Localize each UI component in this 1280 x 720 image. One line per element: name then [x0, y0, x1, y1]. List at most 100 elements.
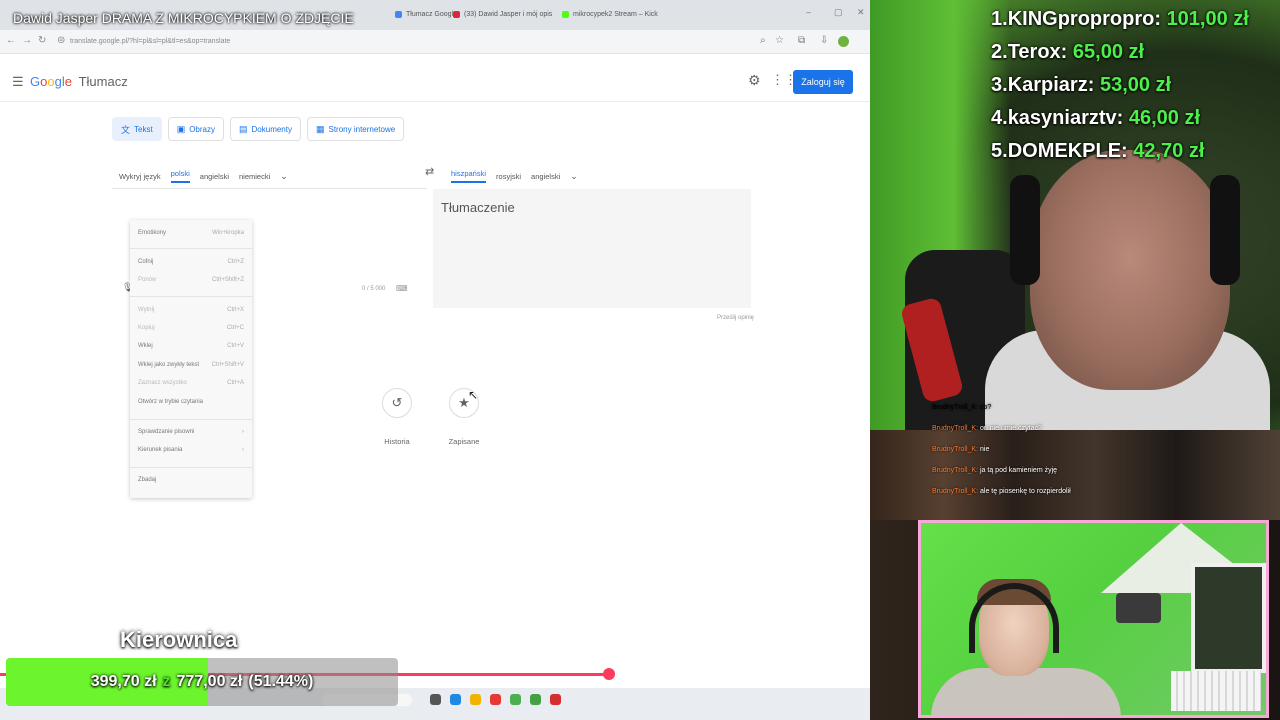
lang-detect[interactable]: Wykryj język	[119, 172, 161, 181]
tab-text[interactable]: 文 Tekst	[112, 117, 162, 141]
close-window-icon[interactable]: ✕	[857, 7, 865, 18]
menu-separator	[130, 296, 252, 297]
leaderboard-row: 2.Terox: 65,00 zł	[991, 41, 1280, 74]
site-info-icon[interactable]: ⊜	[57, 35, 65, 46]
bookmark-star-icon[interactable]: ☆	[775, 35, 784, 46]
menu-icon[interactable]: ☰	[12, 74, 24, 90]
taskbar-app-icon[interactable]	[490, 694, 501, 705]
donation-goal-name: Kierownica	[120, 627, 238, 652]
taskbar-app-icon[interactable]	[530, 694, 541, 705]
menu-item-undo[interactable]: Cofnij Ctrl+Z	[138, 259, 244, 265]
menu-item-cut[interactable]: Wytnij Ctrl+X	[138, 307, 244, 313]
leaderboard-row: 5.DOMEKPLE: 42,70 zł	[991, 140, 1280, 173]
lang-option[interactable]: rosyjski	[496, 172, 521, 181]
menu-item-redo[interactable]: Ponów Ctrl+Shift+Z	[138, 277, 244, 283]
source-language-bar: Wykryj język polski angielski niemiecki …	[119, 164, 288, 188]
browser-tab[interactable]: mikrocypek2 Stream – Kick	[562, 7, 658, 21]
menu-item-paste-plain[interactable]: Wklej jako zwykły tekst Ctrl+Shift+V	[138, 362, 244, 368]
extensions-icon[interactable]: ⧉	[798, 35, 805, 46]
chat-text: nie	[980, 446, 990, 453]
tab-documents[interactable]: ▤ Dokumenty	[230, 117, 301, 141]
settings-gear-icon[interactable]: ⚙	[748, 72, 761, 89]
leaderboard-name: Karpiarz:	[1007, 74, 1095, 96]
sign-in-button[interactable]: Zaloguj się	[793, 70, 853, 94]
menu-item-shortcut: Ctrl+Z	[227, 259, 245, 265]
history-button[interactable]: ↺	[382, 388, 412, 418]
video-title: Dawid Jasper DRAMA Z MIKROCYPKIEM O ZDJĘ…	[13, 10, 354, 26]
menu-item-select-all[interactable]: Zaznacz wszystko Ctrl+A	[138, 380, 244, 386]
taskbar-app-icon[interactable]	[450, 694, 461, 705]
browser-tab[interactable]: (33) Dawid Jasper i mój opis	[453, 7, 552, 21]
tab-favicon-icon	[453, 10, 460, 18]
menu-item-paste[interactable]: Wklej Ctrl+V	[138, 343, 244, 349]
menu-item-reading-mode[interactable]: Otwórz w trybie czytania	[138, 399, 244, 405]
taskbar-app-icon[interactable]	[430, 694, 441, 705]
chat-username: BrudnyTroll_K:	[932, 446, 979, 453]
menu-item-copy[interactable]: Kopiuj Ctrl+C	[138, 325, 244, 331]
browser-tab[interactable]: Tłumacz Google	[395, 7, 457, 21]
google-translate-logo[interactable]: Google Tłumacz	[30, 74, 128, 89]
menu-item-writing-direction[interactable]: Kierunek pisania ›	[138, 447, 244, 453]
chat-username: BrudnyTroll_K:	[932, 425, 979, 432]
swap-languages-icon[interactable]: ⇄	[425, 165, 434, 178]
menu-separator	[130, 419, 252, 420]
taskbar-app-icon[interactable]	[550, 694, 561, 705]
chat-username: BrudnyTroll_K:	[932, 488, 979, 495]
minimize-icon[interactable]: –	[806, 7, 811, 17]
document-icon: ▤	[239, 123, 248, 134]
chevron-down-icon[interactable]: ⌄	[570, 171, 578, 182]
lang-option[interactable]: niemiecki	[239, 172, 270, 181]
menu-separator	[130, 467, 252, 468]
lang-source-selected[interactable]: polski	[170, 169, 190, 183]
menu-item-shortcut: Ctrl+A	[227, 380, 244, 386]
tab-websites[interactable]: ▦ Strony internetowe	[306, 117, 405, 141]
taskbar-app-icon[interactable]	[510, 694, 521, 705]
maximize-icon[interactable]: ▢	[834, 7, 843, 18]
menu-item-shortcut: Ctrl+Shift+Z	[211, 277, 244, 283]
tab-images[interactable]: ▣ Obrazy	[167, 117, 224, 141]
menu-item-label: Emotikony	[138, 230, 167, 236]
menu-item-emoji[interactable]: Emotikony Win+kropka	[138, 230, 244, 236]
menu-item-label: Otwórz w trybie czytania	[138, 399, 204, 405]
chat-text: ale tę piosenkę to rozpierdolił	[980, 488, 1071, 495]
goal-percent: (51.44%)	[248, 673, 314, 690]
chat-text: co?	[980, 404, 992, 411]
leaderboard-name: DOMEKPLE:	[1007, 140, 1128, 162]
chat-text: ja tą pod kamieniem żyję	[980, 467, 1058, 474]
image-icon: ▣	[176, 123, 186, 134]
profile-avatar[interactable]	[838, 36, 849, 47]
logo-letter: e	[64, 74, 72, 89]
menu-item-spellcheck[interactable]: Sprawdzanie pisowni ›	[138, 429, 244, 435]
menu-item-inspect[interactable]: Zbadaj	[138, 477, 244, 483]
divider	[112, 188, 427, 189]
menu-item-label: Zbadaj	[138, 477, 157, 483]
goal-separator: z	[162, 673, 171, 690]
character-counter: 0 / 5 000	[362, 286, 386, 292]
feedback-link[interactable]: Prześlij opinię	[717, 315, 754, 321]
lang-target-selected[interactable]: hiszpański	[451, 169, 487, 183]
video-progress-handle[interactable]	[603, 668, 615, 680]
url-field[interactable]: translate.google.pl/?hl=pl&sl=pl&tl=es&o…	[70, 38, 230, 45]
mouse-cursor-icon: ↖	[468, 388, 479, 402]
downloads-icon[interactable]: ⇩	[820, 35, 828, 46]
leaderboard-rank: 4.	[991, 107, 1008, 129]
guest-body	[931, 668, 1121, 715]
search-icon[interactable]: ⌕	[760, 35, 766, 46]
keyboard-icon[interactable]: ⌨	[396, 284, 408, 293]
target-language-bar: hiszpański rosyjski angielski ⌄	[451, 164, 578, 188]
wall-shelf	[1116, 593, 1161, 623]
submenu-arrow-icon: ›	[242, 429, 244, 435]
menu-item-shortcut: Ctrl+X	[227, 307, 244, 313]
lang-option[interactable]: angielski	[200, 172, 229, 181]
taskbar-app-icon[interactable]	[470, 694, 481, 705]
menu-item-shortcut: Ctrl+C	[226, 325, 244, 331]
chat-message: BrudnyTroll_K: nie	[932, 446, 989, 453]
translate-header: ☰ Google Tłumacz ⚙ ⋮⋮	[0, 62, 870, 102]
lang-option[interactable]: angielski	[531, 172, 560, 181]
chat-message: BrudnyTroll_K: co?	[932, 404, 991, 411]
tab-label: Tekst	[134, 124, 153, 134]
reload-icon[interactable]: ↻	[38, 35, 46, 46]
back-icon[interactable]: ←	[6, 35, 16, 46]
forward-icon[interactable]: →	[22, 35, 32, 46]
chevron-down-icon[interactable]: ⌄	[280, 171, 288, 182]
